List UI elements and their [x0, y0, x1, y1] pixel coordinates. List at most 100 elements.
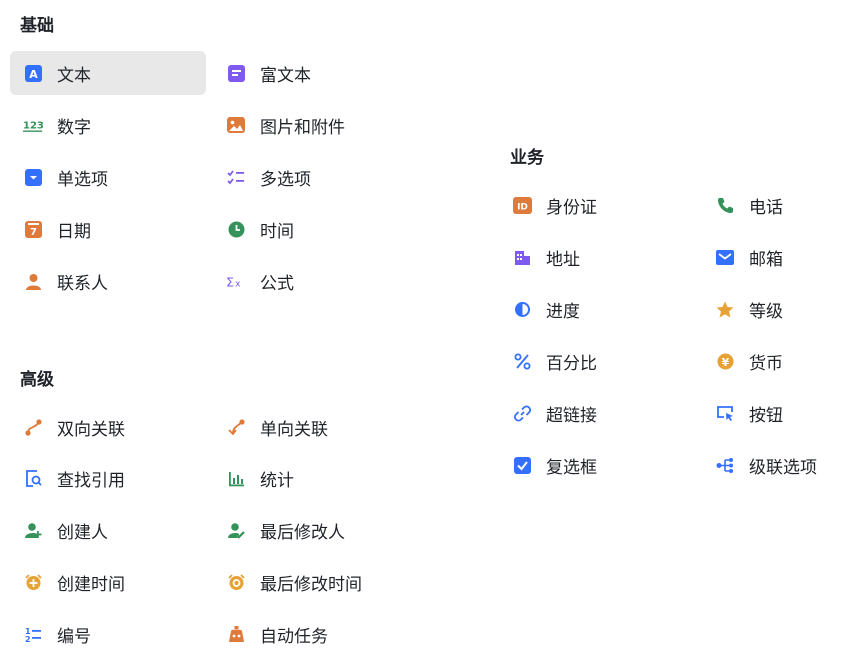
- field-type-number[interactable]: 123 数字: [10, 103, 206, 147]
- two-way-link-icon: [23, 417, 43, 437]
- auto-task-icon: [226, 624, 246, 644]
- hyperlink-icon: [512, 403, 532, 423]
- date-icon: 7: [23, 219, 43, 239]
- section-title-basic: 基础: [20, 16, 54, 36]
- field-type-rich-text[interactable]: 富文本: [213, 51, 409, 95]
- field-type-label: 创建人: [57, 522, 108, 543]
- field-type-contact[interactable]: 联系人: [10, 259, 206, 303]
- field-type-time[interactable]: 时间: [213, 207, 409, 251]
- svg-text:Σ: Σ: [226, 274, 234, 289]
- id-card-icon: ID: [512, 195, 532, 215]
- section-title-business: 业务: [510, 148, 544, 168]
- number-icon: 123: [23, 115, 43, 135]
- field-type-id-card[interactable]: ID 身份证: [499, 183, 695, 227]
- last-modifier-icon: [226, 520, 246, 540]
- field-type-serial-number[interactable]: 12 编号: [10, 612, 206, 656]
- field-type-label: 编号: [57, 626, 91, 647]
- field-type-label: 复选框: [546, 457, 597, 478]
- field-type-statistics[interactable]: 统计: [213, 456, 409, 500]
- section-title-advanced: 高级: [20, 370, 54, 390]
- address-icon: [512, 247, 532, 267]
- svg-text:x: x: [235, 279, 241, 289]
- field-type-label: 自动任务: [260, 626, 328, 647]
- field-type-label: 最后修改人: [260, 522, 345, 543]
- currency-icon: ¥: [715, 351, 735, 371]
- button-icon: [715, 403, 735, 423]
- rich-text-icon: [226, 63, 246, 83]
- svg-text:2: 2: [25, 635, 31, 643]
- field-type-created-time[interactable]: 创建时间: [10, 560, 206, 604]
- field-type-progress[interactable]: 进度: [499, 287, 695, 331]
- field-type-auto-task[interactable]: 自动任务: [213, 612, 409, 656]
- field-type-formula[interactable]: Σx 公式: [213, 259, 409, 303]
- field-type-label: 按钮: [749, 405, 783, 426]
- field-type-last-modifier[interactable]: 最后修改人: [213, 508, 409, 552]
- svg-text:ID: ID: [517, 202, 528, 212]
- field-type-percent[interactable]: 百分比: [499, 339, 695, 383]
- svg-text:¥: ¥: [721, 356, 729, 369]
- field-type-single-select[interactable]: 单选项: [10, 155, 206, 199]
- image-attachment-icon: [226, 115, 246, 135]
- formula-icon: Σx: [226, 271, 246, 291]
- svg-text:A: A: [29, 68, 38, 81]
- multi-select-icon: [226, 167, 246, 187]
- field-type-label: 身份证: [546, 197, 597, 218]
- field-type-text[interactable]: A 文本: [10, 51, 206, 95]
- field-type-currency[interactable]: ¥ 货币: [702, 339, 856, 383]
- field-type-label: 单向关联: [260, 419, 328, 440]
- cascade-select-icon: [715, 455, 735, 475]
- progress-icon: [512, 299, 532, 319]
- field-type-date[interactable]: 7 日期: [10, 207, 206, 251]
- field-type-lookup[interactable]: 查找引用: [10, 456, 206, 500]
- field-type-label: 单选项: [57, 169, 108, 190]
- field-type-label: 文本: [57, 65, 91, 86]
- rating-icon: [715, 299, 735, 319]
- serial-number-icon: 12: [23, 624, 43, 644]
- field-type-modified-time[interactable]: 最后修改时间: [213, 560, 409, 604]
- field-type-label: 地址: [546, 249, 580, 270]
- svg-text:7: 7: [30, 227, 37, 238]
- checkbox-icon: [512, 455, 532, 475]
- creator-icon: [23, 520, 43, 540]
- percent-icon: [512, 351, 532, 371]
- text-icon: A: [23, 63, 43, 83]
- field-type-address[interactable]: 地址: [499, 235, 695, 279]
- field-type-label: 进度: [546, 301, 580, 322]
- lookup-icon: [23, 468, 43, 488]
- field-type-phone[interactable]: 电话: [702, 183, 856, 227]
- field-type-hyperlink[interactable]: 超链接: [499, 391, 695, 435]
- field-type-rating[interactable]: 等级: [702, 287, 856, 331]
- field-type-image-attachment[interactable]: 图片和附件: [213, 103, 409, 147]
- field-type-label: 统计: [260, 470, 294, 491]
- statistics-icon: [226, 468, 246, 488]
- field-type-label: 级联选项: [749, 457, 817, 478]
- email-icon: [715, 247, 735, 267]
- field-type-checkbox[interactable]: 复选框: [499, 443, 695, 487]
- contact-icon: [23, 271, 43, 291]
- field-type-label: 数字: [57, 117, 91, 138]
- svg-text:123: 123: [23, 120, 43, 131]
- field-type-email[interactable]: 邮箱: [702, 235, 856, 279]
- created-time-icon: [23, 572, 43, 592]
- field-type-label: 图片和附件: [260, 117, 345, 138]
- field-type-label: 创建时间: [57, 574, 125, 595]
- field-type-button[interactable]: 按钮: [702, 391, 856, 435]
- field-type-label: 日期: [57, 221, 91, 242]
- field-type-label: 查找引用: [57, 470, 125, 491]
- field-type-label: 百分比: [546, 353, 597, 374]
- field-type-label: 等级: [749, 301, 783, 322]
- field-type-label: 超链接: [546, 405, 597, 426]
- field-type-one-way-link[interactable]: 单向关联: [213, 405, 409, 449]
- field-type-two-way-link[interactable]: 双向关联: [10, 405, 206, 449]
- field-type-cascade-select[interactable]: 级联选项: [702, 443, 856, 487]
- field-type-label: 多选项: [260, 169, 311, 190]
- time-icon: [226, 219, 246, 239]
- field-type-label: 最后修改时间: [260, 574, 362, 595]
- field-type-multi-select[interactable]: 多选项: [213, 155, 409, 199]
- field-type-label: 富文本: [260, 65, 311, 86]
- field-type-label: 双向关联: [57, 419, 125, 440]
- field-type-label: 联系人: [57, 273, 108, 294]
- single-select-icon: [23, 167, 43, 187]
- field-type-creator[interactable]: 创建人: [10, 508, 206, 552]
- field-type-label: 公式: [260, 273, 294, 294]
